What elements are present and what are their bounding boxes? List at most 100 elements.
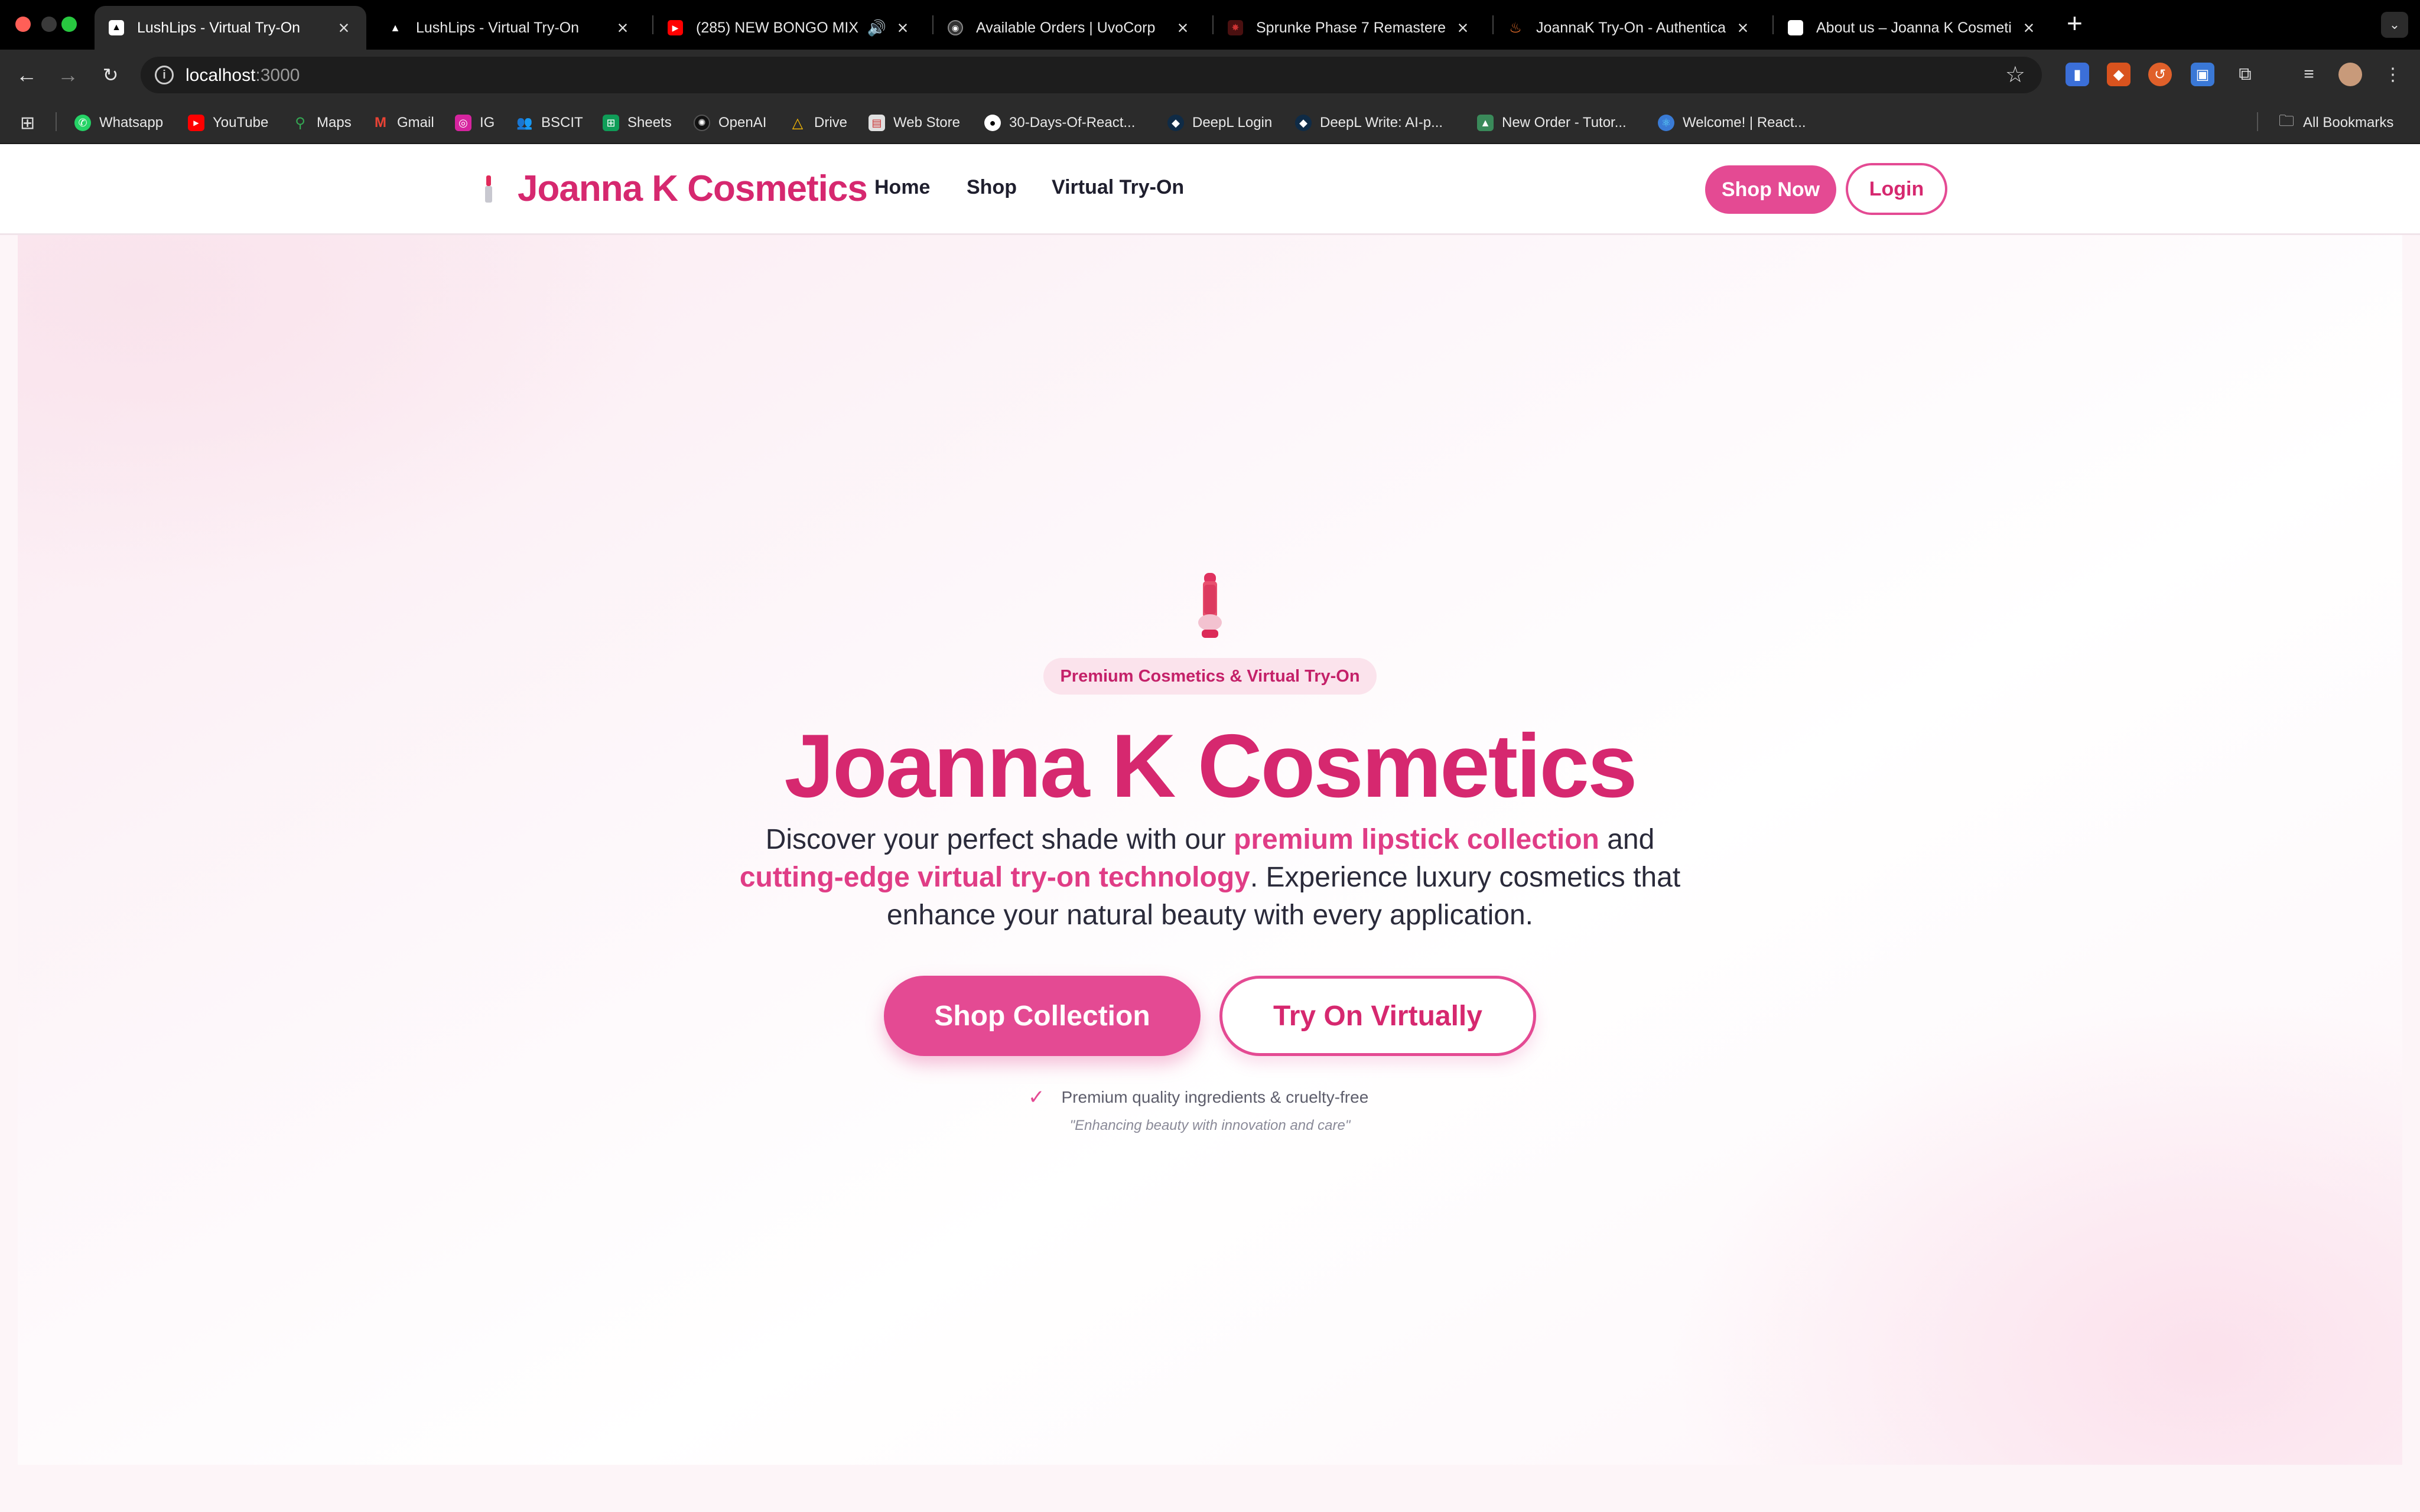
profile-avatar[interactable] bbox=[2338, 63, 2362, 86]
browser-tab[interactable]: ▲ LushLips - Virtual Try-On × bbox=[373, 6, 645, 50]
bookmark-item[interactable]: △ Drive bbox=[789, 113, 847, 132]
forward-arrow-icon[interactable]: → bbox=[54, 61, 82, 89]
whatsapp-icon: ✆ bbox=[74, 115, 91, 131]
reload-icon[interactable]: ↻ bbox=[97, 61, 124, 89]
tab-search-button[interactable]: ⌄ bbox=[2381, 12, 2408, 38]
login-button[interactable]: Login bbox=[1846, 163, 1947, 215]
bookmark-item[interactable]: ⊞ Sheets bbox=[603, 113, 672, 132]
bookmark-item[interactable]: ⚛ Welcome! | React... bbox=[1658, 113, 1806, 132]
desc-highlight: cutting-edge virtual try-on technology bbox=[739, 862, 1250, 893]
bookmark-item[interactable]: ▤ Web Store bbox=[869, 113, 960, 132]
bookmark-item[interactable]: ▶ YouTube bbox=[188, 113, 268, 132]
close-tab-icon[interactable]: × bbox=[1455, 17, 1471, 39]
blue-extension-icon[interactable]: ▣ bbox=[2191, 63, 2214, 86]
bookmark-item[interactable]: ✺ OpenAI bbox=[694, 113, 766, 132]
browser-toolbar: ← → ↻ i localhost:3000 ☆ ▮ ◆ ↺ ▣ ⧉ ≡ ⋮ bbox=[0, 50, 2420, 100]
triangle-icon: ▲ bbox=[109, 20, 124, 35]
tab-title: LushLips - Virtual Try-On bbox=[137, 19, 301, 36]
bookmark-item[interactable]: ✆ Whatsapp bbox=[74, 113, 163, 132]
close-tab-icon[interactable]: × bbox=[336, 17, 352, 39]
media-controls-icon[interactable]: ≡ bbox=[2297, 63, 2321, 86]
extensions-puzzle-icon[interactable]: ⧉ bbox=[2233, 63, 2257, 86]
uvocorp-icon: ◉ bbox=[948, 20, 963, 35]
bookmark-item[interactable]: 👥 BSCIT bbox=[516, 113, 583, 132]
hero-description: Discover your perfect shade with our pre… bbox=[733, 821, 1687, 934]
bookmark-item[interactable]: ◆ DeepL Write: AI-p... bbox=[1295, 113, 1443, 132]
tutor-icon: ▲ bbox=[1477, 115, 1494, 131]
desc-text: Discover your perfect shade with our bbox=[765, 824, 1234, 855]
site-info-icon[interactable]: i bbox=[155, 66, 174, 84]
audio-playing-icon[interactable]: 🔊 bbox=[867, 19, 886, 37]
close-tab-icon[interactable]: × bbox=[895, 17, 911, 39]
webstore-icon: ▤ bbox=[869, 115, 885, 131]
page-icon bbox=[1788, 20, 1803, 35]
try-on-virtually-button[interactable]: Try On Virtually bbox=[1219, 976, 1536, 1056]
back-arrow-icon[interactable]: ← bbox=[13, 61, 40, 89]
youtube-icon: ▶ bbox=[188, 115, 204, 131]
gmail-icon: M bbox=[375, 115, 386, 131]
desc-highlight: premium lipstick collection bbox=[1234, 824, 1599, 855]
bookmark-item[interactable]: ▲ New Order - Tutor... bbox=[1477, 113, 1627, 132]
browser-menu-icon[interactable]: ⋮ bbox=[2381, 63, 2405, 86]
browser-tab[interactable]: ▶ (285) NEW BONGO MIX 2 🔊 × bbox=[653, 6, 925, 50]
tab-title: LushLips - Virtual Try-On bbox=[416, 19, 580, 36]
sheets-icon: ⊞ bbox=[603, 115, 619, 131]
close-tab-icon[interactable]: × bbox=[614, 17, 631, 39]
site-header: Joanna K Cosmetics Home Shop Virtual Try… bbox=[0, 144, 2420, 235]
youtube-icon: ▶ bbox=[668, 20, 683, 35]
drive-icon: △ bbox=[792, 115, 804, 131]
maps-icon: ⚲ bbox=[295, 115, 305, 131]
browser-tab-strip: ▲ LushLips - Virtual Try-On × ▲ LushLips… bbox=[0, 0, 2420, 50]
bookmark-item[interactable]: M Gmail bbox=[372, 113, 434, 132]
close-tab-icon[interactable]: × bbox=[2021, 17, 2037, 39]
shop-collection-button[interactable]: Shop Collection bbox=[884, 976, 1201, 1056]
nav-home[interactable]: Home bbox=[874, 176, 930, 199]
new-tab-button[interactable]: + bbox=[2067, 7, 2083, 39]
tab-title: About us – Joanna K Cosmeti bbox=[1816, 19, 2012, 36]
close-window-button[interactable] bbox=[15, 17, 31, 32]
quality-note-text: Premium quality ingredients & cruelty-fr… bbox=[1061, 1088, 1369, 1106]
address-bar[interactable]: i localhost:3000 ☆ bbox=[141, 57, 2042, 93]
tab-title: Sprunke Phase 7 Remastered bbox=[1256, 19, 1446, 36]
bookmark-item[interactable]: ◆ DeepL Login bbox=[1167, 113, 1272, 132]
browser-tab[interactable]: About us – Joanna K Cosmeti × bbox=[1774, 6, 2051, 50]
address-url[interactable]: localhost:3000 bbox=[186, 66, 300, 86]
deepl-icon: ◆ bbox=[1295, 115, 1312, 131]
minimize-window-button[interactable] bbox=[41, 17, 57, 32]
nav-shop[interactable]: Shop bbox=[967, 176, 1017, 199]
maximize-window-button[interactable] bbox=[61, 17, 77, 32]
brand-logo-link[interactable]: Joanna K Cosmetics bbox=[480, 168, 868, 210]
docs-extension-icon[interactable]: ▮ bbox=[2066, 63, 2089, 86]
hero-title: Joanna K Cosmetics bbox=[784, 716, 1637, 816]
fox-extension-icon[interactable]: ◆ bbox=[2107, 63, 2130, 86]
bookmarks-bar: ⊞ ✆ Whatsapp ▶ YouTube ⚲ Maps M Gmail ◎ IG 👥 B… bbox=[0, 100, 2420, 144]
instagram-icon: ◎ bbox=[455, 115, 471, 131]
orange-extension-icon[interactable]: ↺ bbox=[2148, 63, 2172, 86]
game-icon: ✸ bbox=[1228, 20, 1243, 35]
browser-tab[interactable]: ♨ JoannaK Try-On - Authentica × bbox=[1494, 6, 1765, 50]
lipstick-icon bbox=[1198, 573, 1222, 638]
react-icon: ⚛ bbox=[1658, 115, 1674, 131]
deepl-icon: ◆ bbox=[1167, 115, 1184, 131]
browser-tab[interactable]: ✸ Sprunke Phase 7 Remastered × bbox=[1214, 6, 1485, 50]
close-tab-icon[interactable]: × bbox=[1735, 17, 1751, 39]
tab-title: JoannaK Try-On - Authentica bbox=[1536, 19, 1726, 36]
openai-icon: ✺ bbox=[694, 115, 710, 131]
bookmark-star-icon[interactable]: ☆ bbox=[2005, 61, 2025, 88]
browser-tab[interactable]: ◉ Available Orders | UvoCorp × bbox=[933, 6, 1205, 50]
shop-now-button[interactable]: Shop Now bbox=[1705, 165, 1836, 214]
all-bookmarks-button[interactable]: 🗀 All Bookmarks bbox=[2278, 112, 2393, 132]
close-tab-icon[interactable]: × bbox=[1175, 17, 1191, 39]
apps-grid-icon[interactable]: ⊞ bbox=[20, 113, 35, 133]
nav-virtual-try-on[interactable]: Virtual Try-On bbox=[1052, 176, 1184, 199]
flame-icon: ♨ bbox=[1509, 19, 1522, 36]
people-icon: 👥 bbox=[516, 115, 533, 130]
bookmark-item[interactable]: ⚲ Maps bbox=[292, 113, 351, 132]
lipstick-icon bbox=[485, 175, 492, 203]
bookmark-item[interactable]: ● 30-Days-Of-React... bbox=[984, 113, 1135, 132]
browser-tab[interactable]: ▲ LushLips - Virtual Try-On × bbox=[95, 6, 366, 50]
bookmark-item[interactable]: ◎ IG bbox=[455, 113, 495, 132]
page-footer-gap bbox=[0, 1465, 2420, 1512]
triangle-icon: ▲ bbox=[390, 21, 401, 34]
quality-note: ✓ Premium quality ingredients & cruelty-… bbox=[1028, 1086, 1394, 1109]
